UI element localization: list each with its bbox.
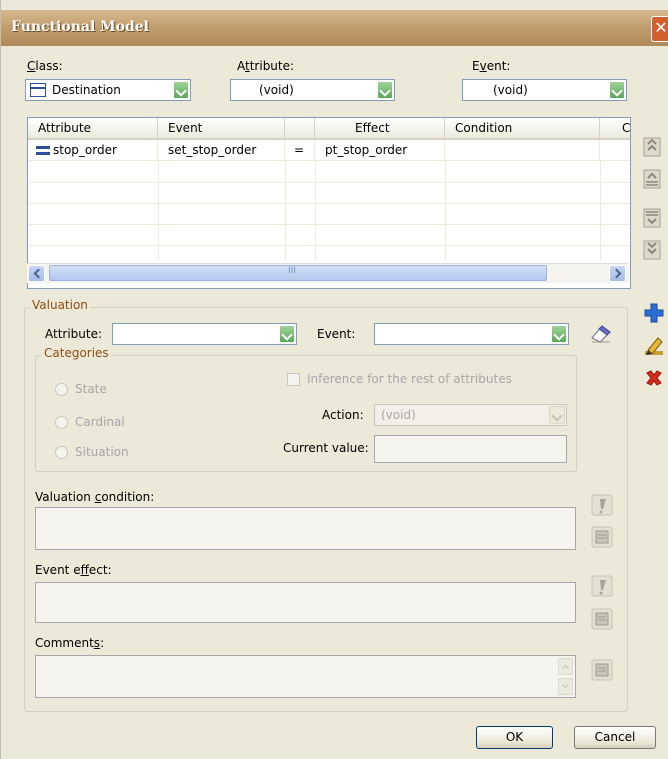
- scroll-grip: III: [288, 266, 296, 276]
- state-radio[interactable]: [55, 383, 68, 396]
- valuation-event-select[interactable]: [374, 323, 569, 345]
- valuation-condition-field[interactable]: [35, 507, 576, 550]
- comments-editor-icon[interactable]: [591, 659, 613, 681]
- column-divider: [600, 161, 601, 261]
- column-header-cu[interactable]: Cu: [600, 118, 630, 140]
- comments-field[interactable]: [35, 655, 576, 698]
- cancel-button[interactable]: Cancel: [574, 726, 656, 749]
- chevron-up-icon: [561, 664, 570, 673]
- event-label: Event:: [472, 59, 511, 73]
- delete-icon[interactable]: [644, 368, 666, 390]
- condition-editor-icon[interactable]: [591, 526, 613, 548]
- state-radio-label: State: [75, 382, 107, 396]
- edit-icon[interactable]: [643, 335, 665, 357]
- class-select[interactable]: Destination: [25, 79, 191, 101]
- column-header-event[interactable]: Event: [158, 118, 285, 140]
- table-cell-event[interactable]: set_stop_order: [158, 140, 285, 161]
- event-effect-field[interactable]: [35, 582, 576, 623]
- column-divider: [445, 161, 446, 261]
- valuation-condition-label: Valuation condition:: [35, 490, 155, 504]
- categories-label: Categories: [42, 346, 111, 360]
- column-header-condition[interactable]: Condition: [445, 118, 600, 140]
- class-icon: [30, 83, 46, 97]
- attribute-icon: [36, 146, 50, 155]
- window-title: Functional Model: [11, 19, 149, 35]
- cardinal-radio-label: Cardinal: [75, 415, 125, 429]
- valuation-event-label: Event:: [317, 327, 356, 341]
- chevron-down-icon[interactable]: [549, 406, 565, 424]
- title-bar[interactable]: Functional Model: [1, 10, 668, 46]
- class-label: Class:: [27, 59, 63, 73]
- chevron-down-icon[interactable]: [551, 325, 567, 343]
- empty-row: [28, 203, 630, 225]
- move-bottom-icon[interactable]: [641, 239, 663, 261]
- event-value: (void): [493, 83, 528, 97]
- chevron-down-icon[interactable]: [609, 81, 625, 99]
- chevron-down-icon[interactable]: [279, 325, 295, 343]
- cardinal-radio[interactable]: [55, 416, 68, 429]
- effect-tool-icon[interactable]: [591, 575, 613, 597]
- valuation-attribute-label: Attribute:: [45, 327, 103, 341]
- empty-row: [28, 161, 630, 183]
- attribute-label: Attribute:: [237, 59, 295, 73]
- situation-radio-label: Situation: [75, 445, 129, 459]
- attribute-value: (void): [259, 83, 294, 97]
- table-cell-condition[interactable]: [445, 140, 600, 161]
- column-header-operator[interactable]: [285, 118, 315, 140]
- chevron-down-icon: [561, 680, 570, 689]
- inference-label: Inference for the rest of attributes: [307, 372, 512, 386]
- horizontal-scrollbar[interactable]: III: [27, 263, 629, 283]
- column-divider: [315, 161, 316, 261]
- class-value: Destination: [52, 83, 121, 97]
- scroll-right-button[interactable]: [609, 265, 626, 282]
- dialog-client: Class: Attribute: Event: Destination (vo…: [1, 46, 668, 759]
- table-cell-operator[interactable]: =: [285, 140, 315, 161]
- ok-button[interactable]: OK: [476, 726, 553, 749]
- column-header-attribute[interactable]: Attribute: [28, 118, 158, 140]
- effect-editor-icon[interactable]: [591, 608, 613, 630]
- comments-scroll-down[interactable]: [558, 678, 573, 695]
- current-value-field[interactable]: [374, 435, 567, 463]
- column-header-effect[interactable]: Effect: [315, 118, 445, 140]
- chevron-left-icon: [33, 268, 44, 279]
- attribute-select[interactable]: (void): [230, 79, 395, 101]
- comments-scroll-up[interactable]: [558, 658, 573, 675]
- condition-tool-icon[interactable]: [591, 494, 613, 516]
- column-divider: [285, 161, 286, 261]
- dialog-window: Functional Model ✕ Class: Attribute: Eve…: [0, 0, 668, 759]
- chevron-down-icon[interactable]: [377, 81, 393, 99]
- table-cell-cu[interactable]: [600, 140, 630, 161]
- situation-radio[interactable]: [55, 446, 68, 459]
- close-button[interactable]: ✕: [651, 16, 668, 42]
- inference-checkbox[interactable]: [287, 373, 300, 386]
- move-down-icon[interactable]: [641, 207, 663, 229]
- empty-row: [28, 182, 630, 204]
- valuation-group-label: Valuation: [30, 298, 90, 312]
- scroll-left-button[interactable]: [28, 265, 45, 282]
- chevron-down-icon[interactable]: [173, 81, 189, 99]
- valuation-attribute-select[interactable]: [112, 323, 297, 345]
- table-cell-attribute[interactable]: stop_order: [28, 140, 158, 161]
- comments-label: Comments:: [35, 636, 105, 650]
- current-value-label: Current value:: [283, 441, 369, 455]
- empty-row: [28, 224, 630, 246]
- add-icon[interactable]: [643, 302, 665, 324]
- eraser-icon[interactable]: [588, 320, 614, 346]
- action-select[interactable]: (void): [374, 404, 567, 426]
- move-up-icon[interactable]: [641, 168, 663, 190]
- table-cell-effect[interactable]: pt_stop_order: [315, 140, 445, 161]
- scroll-thumb[interactable]: III: [49, 265, 547, 281]
- chevron-right-icon: [611, 268, 622, 279]
- move-top-icon[interactable]: [641, 136, 663, 158]
- event-effect-label: Event effect:: [35, 563, 112, 577]
- action-label: Action:: [322, 408, 364, 422]
- column-divider: [158, 161, 159, 261]
- event-select[interactable]: (void): [462, 79, 627, 101]
- action-value: (void): [381, 408, 416, 422]
